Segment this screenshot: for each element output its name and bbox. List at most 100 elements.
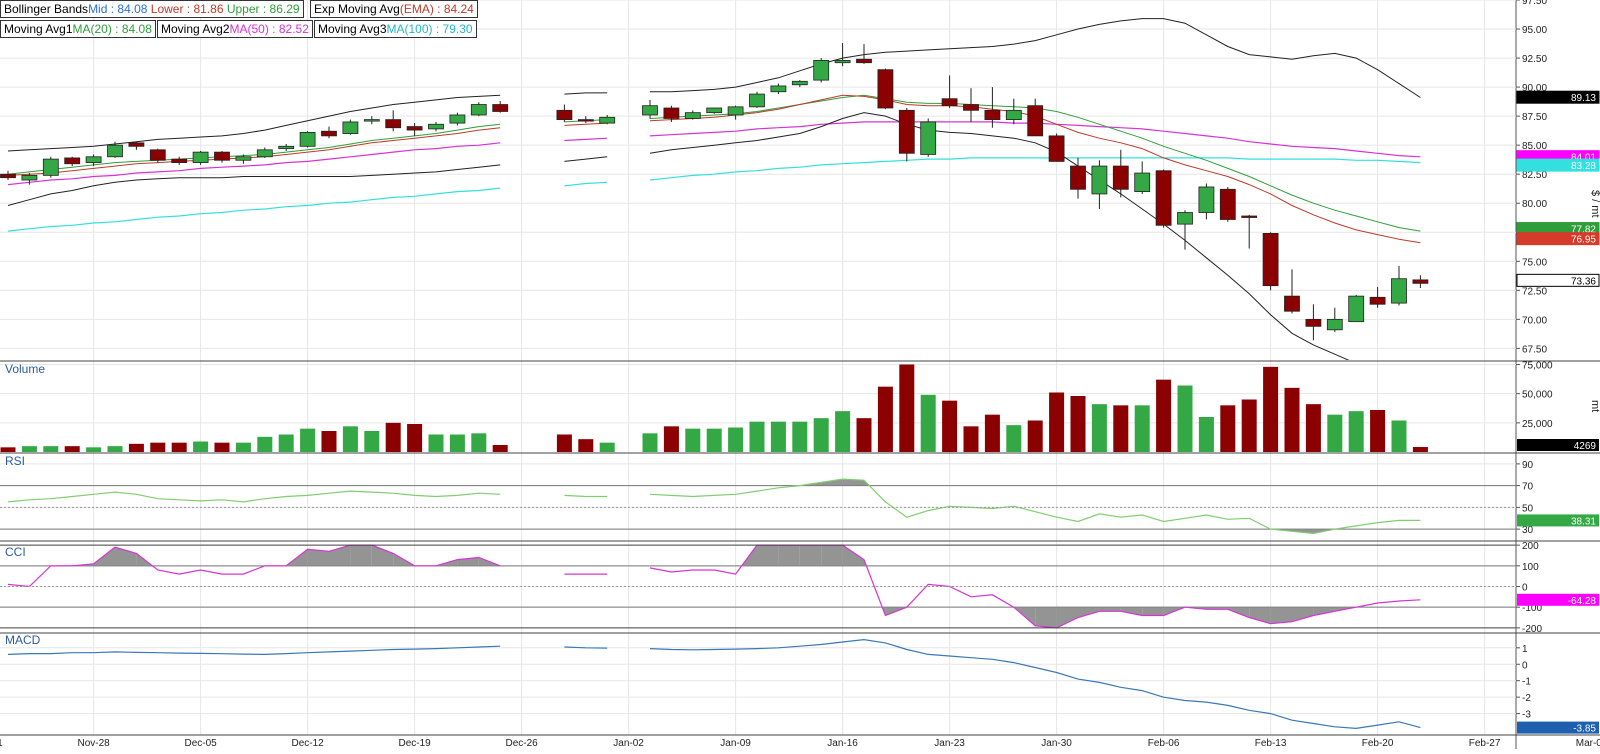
cci-shade [757,545,779,566]
legend-text: : 82.52 [268,22,309,36]
volume-bar [1220,405,1236,452]
candle-down [963,104,979,111]
x-tick-label: Jan-30 [1041,738,1072,749]
volume-bar [407,424,423,452]
price-tick-label: 80.00 [1522,199,1547,210]
cci-shade [350,545,372,566]
candle-up [1134,172,1151,193]
candle-up [727,106,744,116]
volume-bar [0,447,16,452]
volume-bar [877,386,893,452]
price-value-text: 73.36 [1571,276,1596,287]
volume-bar [1305,404,1321,452]
volume-bar [685,428,701,452]
candle-down [1048,135,1065,162]
candle-down [1262,233,1279,287]
volume-bar [471,433,487,452]
candle-up [342,121,359,134]
candle-up [684,112,701,119]
legend-text: Exp Moving Avg [314,2,400,16]
legend-text: (EMA) [399,2,434,16]
price-value-text: 89.13 [1571,93,1596,104]
legend-text: : 84.24 [433,2,474,16]
volume-bar [1177,385,1193,452]
legend-text: : 84.08 [107,2,148,16]
volume-bar [150,442,166,452]
volume-bar [64,446,80,452]
candle-down [128,142,145,147]
macd-tick-label: -3 [1522,710,1531,721]
candle-up [21,174,38,181]
volume-bar [1348,411,1364,452]
volume-bar [599,442,615,452]
legend-ma50[interactable]: Moving Avg2MA(50) : 82.52 [157,20,313,38]
candle-up [256,149,273,158]
price-tick-label: 92.50 [1522,54,1547,65]
volume-bar [1049,392,1065,452]
price-value-text: 76.95 [1571,235,1596,246]
candle-up [1326,318,1343,331]
volume-bar [1241,399,1257,452]
cci-shade [307,549,329,566]
candle-up [85,156,102,163]
candle-up [278,145,295,150]
x-tick-label: Feb-13 [1255,738,1287,749]
cci-shade [1142,607,1164,616]
candle-down [0,173,16,179]
candle-down [214,151,230,161]
candle-down [1284,295,1300,312]
legend-ma100[interactable]: Moving Avg3MA(100) : 79.30 [314,20,477,38]
volume-bar [257,436,273,452]
cci-shade [1292,607,1314,622]
candle-down [1070,165,1086,190]
volume-bar [1391,420,1407,452]
candle-up [235,156,252,161]
cci-shade [1249,607,1271,624]
cci-shade [1099,607,1121,612]
legend-text: MA(20) [72,22,112,36]
volume-bar [1156,379,1172,452]
x-tick-label: Jan-23 [934,738,965,749]
candle-up [42,158,59,176]
volume-bar [107,446,123,452]
cci-shade [1270,607,1292,624]
volume-bar [770,421,786,452]
macd-value-text: -3.85 [1573,724,1596,735]
legend-text: Moving Avg1 [4,22,73,36]
volume-bar [835,411,851,452]
x-tick-label: Jan-16 [827,738,858,749]
legend-text: Moving Avg2 [161,22,230,36]
price-value-text: 83.28 [1571,161,1596,172]
chart-canvas: 67.5070.0072.5075.0077.5080.0082.5085.00… [0,0,1600,749]
volume-bar [43,446,59,452]
candle-down [1412,279,1429,284]
price-tick-label: 67.50 [1522,344,1547,355]
candle-down [149,149,166,161]
legend-text: Bollinger Bands [4,2,89,16]
candle-down [385,119,402,129]
rsi-panel-label: RSI [5,454,26,468]
x-tick-label: Dec-19 [398,738,431,749]
candle-down [1241,215,1258,218]
volume-bar [342,426,358,452]
volume-bar [1091,404,1107,452]
candle-up [107,144,123,158]
candle-down [1155,170,1172,226]
candle-up [1348,295,1365,323]
cci-shade [371,545,394,566]
macd-tick-label: 1 [1522,644,1528,655]
volume-bar [1327,414,1343,452]
cci-tick-label: 100 [1522,562,1539,573]
candle-up [1198,186,1215,213]
rsi-tick-label: 30 [1522,525,1534,536]
legend-ma20[interactable]: Moving Avg1MA(20) : 84.08 [0,20,156,38]
legend-text: MA(50) [229,22,269,36]
macd-tick-label: 0 [1522,660,1528,671]
legend-ema[interactable]: Exp Moving Avg(EMA) : 84.24 [310,0,478,18]
cci-shade [799,545,822,566]
legend-bollinger-bands[interactable]: Bollinger BandsMid : 84.08 Lower : 81.86… [0,0,304,18]
candle-up [599,116,616,124]
rsi-value-text: 38.31 [1571,516,1596,527]
bollinger-upper-line [7,18,1421,152]
volume-bar [1070,396,1086,452]
